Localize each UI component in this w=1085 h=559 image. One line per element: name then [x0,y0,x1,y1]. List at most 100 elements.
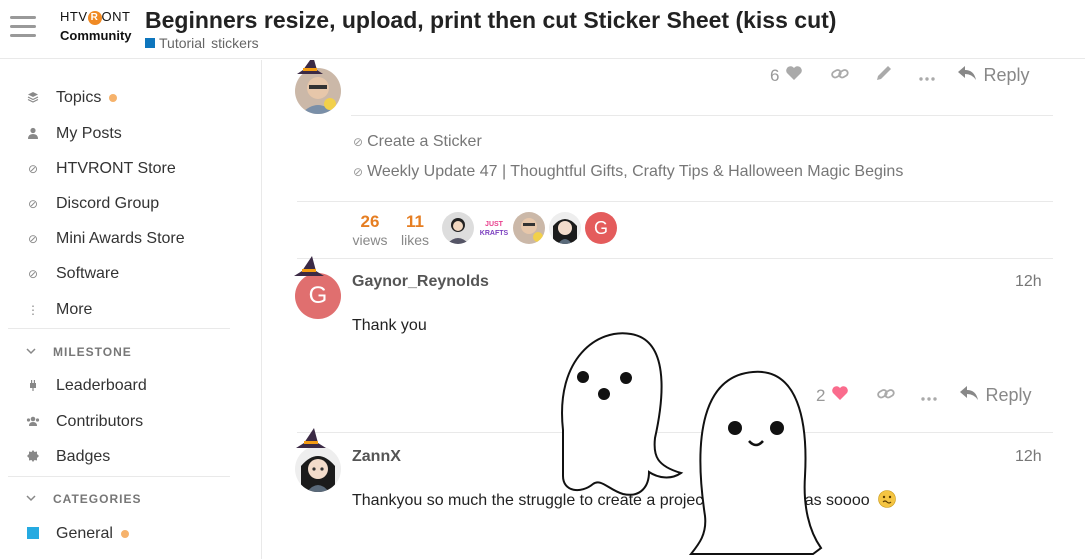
ellipsis-icon [919,66,936,86]
views-label: views [352,232,388,248]
logo-brand-left: HTV [60,9,88,24]
logo-r-circle: R [87,11,102,25]
sidebar-item-label: Badges [56,448,111,465]
sidebar-item-discord-group[interactable]: ⊘ Discord Group [24,192,159,216]
sidebar-divider [8,328,230,329]
linked-topic-title: Weekly Update 47 | Thoughtful Gifts, Cra… [367,163,904,180]
likes-label: likes [400,232,429,248]
topic-title[interactable]: Beginners resize, upload, print then cut… [145,7,836,34]
sidebar-item-label: Software [56,265,120,282]
topic-meta: Tutorial stickers [145,35,259,51]
chevron-down-icon [26,493,40,505]
chevron-down-icon [26,346,40,358]
participant-avatar[interactable]: JUST KRAFTS [478,212,510,244]
plug-icon [24,379,42,394]
sidebar-item-label: Mini Awards Store [56,230,185,247]
ellipsis-vertical-icon: ⋮ [27,303,39,317]
sidebar-item-mini-awards-store[interactable]: ⊘ Mini Awards Store [24,227,185,251]
views-count: 26 [360,212,380,231]
section-header-milestone[interactable]: MILESTONE [26,342,132,362]
post-controls: 2 Reply [816,385,1032,406]
linked-topic[interactable]: ⊘ Create a Sticker [353,133,482,151]
like-count: 6 [770,65,780,85]
sidebar-item-label: More [56,301,93,318]
heart-icon [785,65,803,86]
sidebar-item-contributors[interactable]: Contributors [24,410,143,434]
sidebar-item-label: Leaderboard [56,377,147,394]
reply-button[interactable]: Reply [957,65,1030,86]
reply-arrow-icon [957,65,977,86]
unread-dot [120,530,129,538]
witch-hat-icon [291,256,327,283]
link-icon: ⊘ [353,165,364,179]
sidebar-item-label: HTVRONT Store [56,160,176,177]
sidebar-item-label: Discord Group [56,195,160,212]
user-icon [24,127,42,142]
link-icon: ⊘ [353,135,364,149]
sidebar: Topics My Posts ⊘ HTVRONT Store ⊘ Discor… [0,60,262,559]
more-actions-button[interactable] [919,66,936,86]
sidebar-item-htvront-store[interactable]: ⊘ HTVRONT Store [24,157,176,181]
reply-label: Reply [983,65,1030,85]
post-time[interactable]: 12h [1015,448,1042,466]
reply-button[interactable]: Reply [959,385,1032,406]
sidebar-item-general[interactable]: General [24,522,129,546]
divider [351,115,1053,116]
reply-label: Reply [985,385,1032,405]
unread-dot [109,94,118,102]
category-color-swatch [24,526,42,542]
post-username[interactable]: Gaynor_Reynolds [352,273,489,291]
copy-link-button[interactable] [831,66,850,86]
participant-avatar[interactable] [549,212,581,244]
woozy-face-emoji-icon [878,490,896,513]
link-icon: ⊘ [27,162,39,176]
post-body: Thank you [352,317,427,334]
ghost-decoration-icon [553,328,685,505]
layers-icon [24,91,42,106]
link-icon: ⊘ [27,267,39,281]
participant-avatar[interactable]: G [585,212,617,244]
link-icon: ⊘ [27,232,39,246]
sidebar-item-software[interactable]: ⊘ Software [24,262,119,286]
participant-initial: G [593,218,608,238]
sidebar-item-leaderboard[interactable]: Leaderboard [24,374,147,398]
sidebar-item-topics[interactable]: Topics [24,86,118,110]
avatar-initial: G [308,282,328,309]
category-link[interactable]: Tutorial [159,35,205,51]
sidebar-item-label: My Posts [56,125,122,142]
likes-stat: 11 likes [397,212,433,248]
reply-arrow-icon [959,385,979,406]
participant-avatar[interactable] [513,212,545,244]
users-icon [24,415,42,430]
sidebar-item-badges[interactable]: Badges [24,445,110,469]
section-header-categories[interactable]: CATEGORIES [26,489,141,509]
sidebar-item-label: Contributors [56,413,144,430]
link-icon: ⊘ [27,197,39,211]
post-username[interactable]: ZannX [352,448,401,466]
participant-avatar[interactable] [442,212,474,244]
witch-hat-icon [293,60,327,81]
hamburger-menu-icon[interactable] [10,16,36,38]
like-button[interactable]: 6 [770,65,803,86]
sidebar-divider [8,476,230,477]
site-logo[interactable]: HTV R ONT Community [60,9,138,49]
site-header: HTV R ONT Community Beginners resize, uplo… [0,0,1085,59]
sidebar-item-more[interactable]: ⋮ More [24,298,92,322]
section-header-label: CATEGORIES [53,492,142,506]
link-icon [831,66,850,86]
linked-topic[interactable]: ⊘ Weekly Update 47 | Thoughtful Gifts, Cr… [353,163,903,181]
section-header-label: MILESTONE [53,345,132,359]
badge-icon [24,449,42,465]
witch-hat-icon [293,428,329,455]
tag-link[interactable]: stickers [211,35,258,51]
logo-brand-right: ONT [101,9,131,24]
topic-stream: 6 Reply ⊘ Create a Sticker ⊘ Weekly Update… [263,60,1085,559]
post-time[interactable]: 12h [1015,273,1042,291]
more-actions-button[interactable] [921,386,938,406]
edit-button[interactable] [875,64,893,87]
sidebar-item-my-posts[interactable]: My Posts [24,122,122,146]
linked-topic-title: Create a Sticker [367,133,482,150]
participant-logo-line2: KRAFTS [479,230,509,237]
copy-link-button[interactable] [877,386,896,406]
pencil-icon [875,64,893,87]
